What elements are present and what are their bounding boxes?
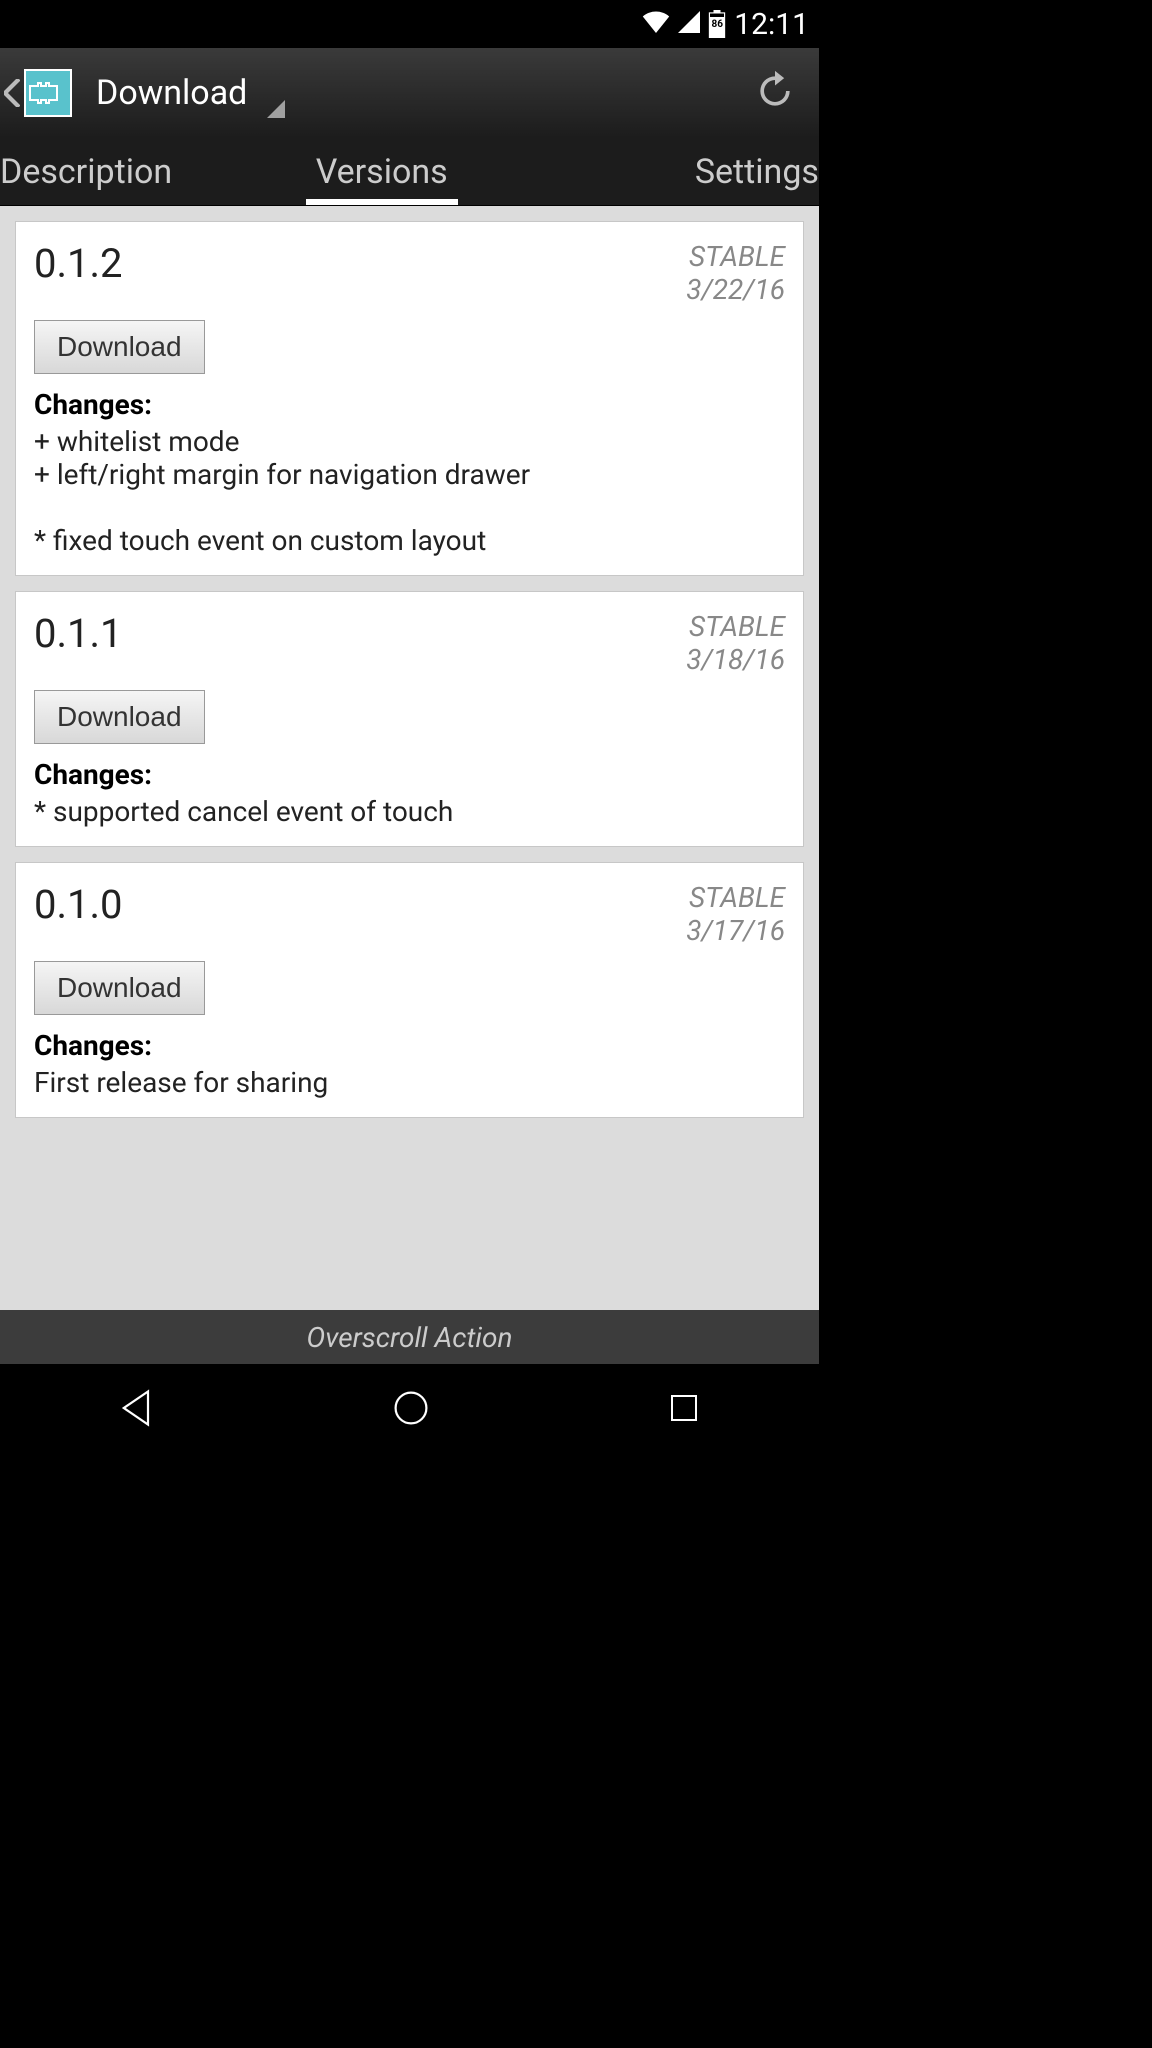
version-card: 0.1.0 STABLE 3/17/16 Download Changes: F…: [15, 862, 804, 1118]
back-nav-button[interactable]: [115, 1386, 159, 1434]
dropdown-icon: [267, 100, 285, 118]
version-card: 0.1.1 STABLE 3/18/16 Download Changes: *…: [15, 591, 804, 847]
cell-signal-icon: [678, 11, 700, 37]
navigation-bar: [0, 1364, 819, 1456]
changes-body: First release for sharing: [34, 1066, 785, 1099]
refresh-button[interactable]: [743, 59, 807, 127]
title-dropdown[interactable]: Download: [96, 73, 285, 113]
version-card: 0.1.2 STABLE 3/22/16 Download Changes: +…: [15, 221, 804, 576]
changes-body: * supported cancel event of touch: [34, 795, 785, 828]
recents-nav-button[interactable]: [664, 1388, 704, 1432]
changes-heading: Changes:: [34, 758, 785, 791]
versions-list: 0.1.2 STABLE 3/22/16 Download Changes: +…: [0, 206, 819, 1310]
wifi-icon: [642, 11, 670, 37]
version-date: 3/17/16: [686, 914, 785, 947]
app-bar: Download: [0, 48, 819, 138]
status-time: 12:11: [734, 7, 809, 42]
version-date: 3/18/16: [686, 643, 785, 676]
app-name-label: Overscroll Action: [0, 1310, 819, 1364]
status-bar: 86 12:11: [0, 0, 819, 48]
app-icon: [24, 69, 72, 117]
version-date: 3/22/16: [686, 273, 785, 306]
version-stability: STABLE: [686, 610, 785, 643]
version-number: 0.1.0: [34, 881, 123, 928]
changes-heading: Changes:: [34, 388, 785, 421]
version-number: 0.1.1: [34, 610, 123, 657]
download-button[interactable]: Download: [34, 690, 205, 744]
tab-description[interactable]: Description: [0, 138, 192, 205]
download-button[interactable]: Download: [34, 320, 205, 374]
version-stability: STABLE: [686, 240, 785, 273]
version-number: 0.1.2: [34, 240, 123, 287]
battery-percent: 86: [712, 19, 723, 30]
tab-settings[interactable]: Settings: [675, 138, 819, 205]
download-button[interactable]: Download: [34, 961, 205, 1015]
changes-body: + whitelist mode + left/right margin for…: [34, 425, 785, 557]
version-stability: STABLE: [686, 881, 785, 914]
tab-versions[interactable]: Versions: [296, 138, 468, 205]
home-nav-button[interactable]: [389, 1386, 433, 1434]
tab-bar: Description Versions Settings: [0, 138, 819, 206]
changes-heading: Changes:: [34, 1029, 785, 1062]
page-title: Download: [96, 73, 247, 113]
back-button[interactable]: [0, 69, 72, 117]
battery-icon: 86: [708, 10, 726, 38]
